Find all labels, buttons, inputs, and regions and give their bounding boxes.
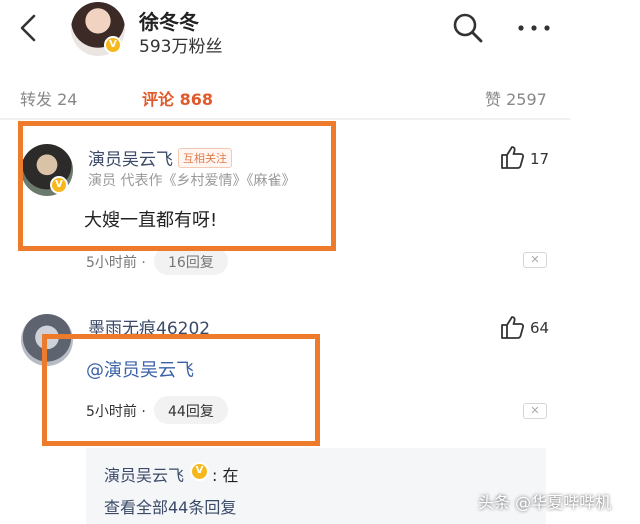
view-all-replies-link[interactable]: 查看全部44条回复	[104, 494, 236, 518]
tab-comment[interactable]: 评论 868	[142, 86, 213, 110]
highlight-box	[42, 334, 320, 446]
tab-repost[interactable]: 转发 24	[20, 86, 77, 110]
verified-badge-icon: V	[190, 462, 209, 481]
replies-button[interactable]: 16回复	[154, 247, 228, 275]
comment-time: 5小时前 ·	[86, 255, 146, 271]
tab-like[interactable]: 赞 2597	[485, 86, 547, 110]
sub-reply-box[interactable]: 演员吴云飞 V : 在 查看全部44条回复	[86, 448, 546, 524]
search-icon[interactable]	[452, 12, 484, 44]
divider	[0, 118, 570, 120]
verified-badge-icon: V	[104, 36, 122, 54]
sub-reply-user[interactable]: 演员吴云飞	[104, 462, 184, 486]
back-arrow-icon[interactable]	[14, 12, 44, 44]
profile-header: V 徐冬冬 593万粉丝	[0, 0, 640, 62]
more-options-icon[interactable]	[516, 18, 552, 38]
dismiss-close-icon[interactable]: ✕	[523, 403, 547, 419]
dismiss-close-icon[interactable]: ✕	[523, 252, 547, 268]
highlight-box	[18, 121, 336, 251]
tab-bar: 转发 24 评论 868 赞 2597	[0, 80, 560, 114]
profile-name[interactable]: 徐冬冬	[139, 6, 199, 35]
like-count: 64	[530, 319, 550, 337]
like-count: 17	[530, 150, 550, 168]
thumbs-up-icon[interactable]	[499, 314, 525, 340]
thumbs-up-icon[interactable]	[499, 144, 525, 170]
sub-reply-text: : 在	[212, 466, 239, 485]
fans-count: 593万粉丝	[139, 37, 223, 57]
watermark: 头条 @华夏哔哔机	[478, 493, 612, 512]
